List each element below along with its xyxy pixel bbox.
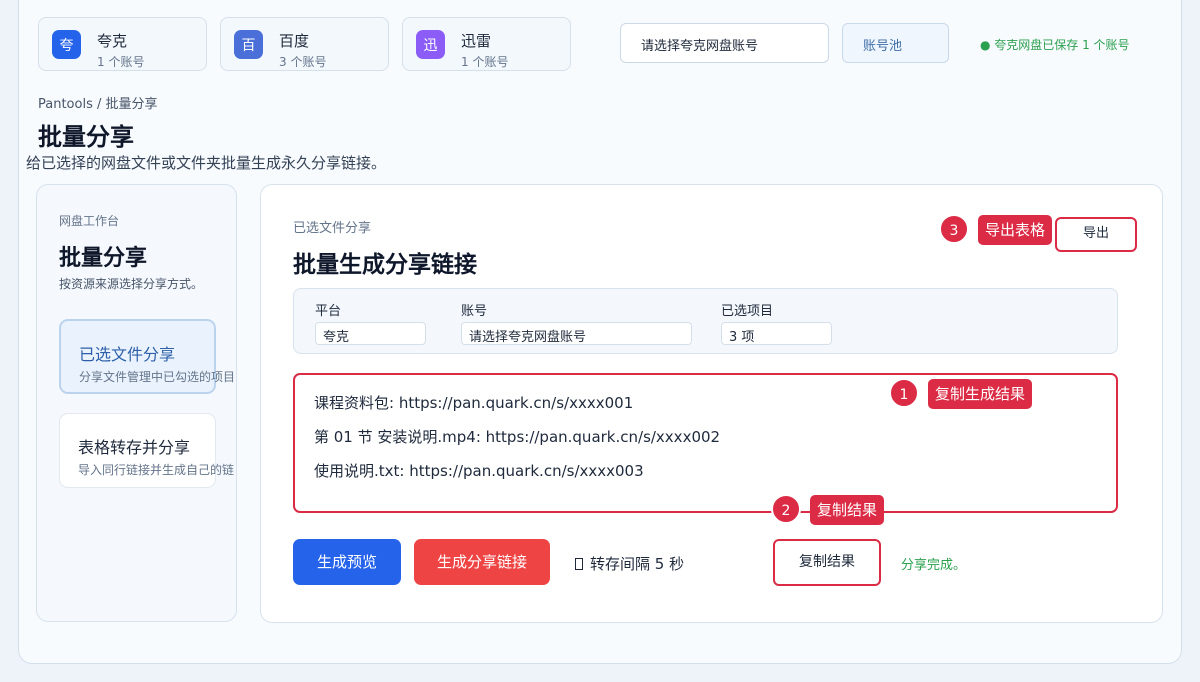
sidebar-kicker: 网盘工作台 — [59, 214, 120, 228]
copy-results-button[interactable]: 复制结果 — [773, 539, 881, 586]
sidebar-subtitle: 按资源来源选择分享方式。 — [59, 277, 204, 291]
generate-share-links-button[interactable]: 生成分享链接 — [414, 539, 550, 585]
xunlei-icon: 迅 — [416, 30, 445, 59]
mode-description: 分享文件管理中已勾选的项目 — [79, 370, 236, 384]
account-name: 夸克 — [97, 32, 128, 50]
panel-title: 批量生成分享链接 — [293, 252, 477, 278]
result-line: 课程资料包: https://pan.quark.cn/s/xxxx001 — [314, 394, 634, 412]
baidu-icon: 百 — [234, 30, 263, 59]
mode-selected-files[interactable]: 已选文件分享 分享文件管理中已勾选的项目 — [59, 319, 235, 394]
share-status: 分享完成。 — [901, 558, 967, 573]
annotation-badge-1: 1 — [889, 378, 919, 408]
account-card-quark[interactable]: 夸 夸克 1 个账号 — [38, 17, 207, 71]
platform-field: 夸克 — [315, 322, 426, 345]
sidebar: 网盘工作台 批量分享 按资源来源选择分享方式。 已选文件分享 分享文件管理中已勾… — [36, 184, 237, 622]
annotation-badge-2: 2 — [771, 494, 801, 524]
account-name: 百度 — [279, 32, 310, 50]
account-field[interactable]: 请选择夸克网盘账号 — [461, 322, 692, 345]
account-count: 1 个账号 — [461, 55, 509, 69]
mode-label: 表格转存并分享 — [78, 438, 191, 457]
breadcrumb: Pantools / 批量分享 — [38, 97, 158, 112]
page-title: 批量分享 — [38, 123, 134, 151]
mode-description: 导入同行链接并生成自己的链 — [78, 463, 235, 477]
result-line: 第 01 节 安装说明.mp4: https://pan.quark.cn/s/… — [314, 428, 721, 446]
account-count: 1 个账号 — [97, 55, 145, 69]
account-card-baidu[interactable]: 百 百度 3 个账号 — [220, 17, 389, 71]
page-description: 给已选择的网盘文件或文件夹批量生成永久分享链接。 — [26, 154, 387, 172]
selected-items-field: 3 项 — [721, 322, 832, 345]
account-name: 迅雷 — [461, 32, 492, 50]
annotation-label-1: 复制生成结果 — [928, 379, 1033, 409]
checkbox-icon[interactable] — [575, 558, 583, 570]
result-line: 使用说明.txt: https://pan.quark.cn/s/xxxx003 — [314, 462, 644, 480]
sidebar-title: 批量分享 — [59, 246, 148, 271]
mode-label: 已选文件分享 — [79, 345, 176, 364]
annotation-badge-3: 3 — [939, 214, 969, 244]
account-card-xunlei[interactable]: 迅 迅雷 1 个账号 — [402, 17, 571, 71]
account-count: 3 个账号 — [279, 55, 327, 69]
saved-status: ● 夸克网盘已保存 1 个账号 — [980, 38, 1130, 52]
mode-table-transfer[interactable]: 表格转存并分享 导入同行链接并生成自己的链 — [59, 413, 234, 488]
platform-label: 平台 — [315, 304, 342, 319]
share-info-row: 平台 夸克 账号 请选择夸克网盘账号 已选项目 3 项 — [293, 288, 1118, 354]
annotation-label-3: 导出表格 — [978, 215, 1053, 245]
account-pool-button[interactable]: 账号池 — [842, 23, 949, 63]
generate-preview-button[interactable]: 生成预览 — [293, 539, 401, 585]
annotation-label-2: 复制结果 — [810, 495, 885, 525]
account-label: 账号 — [461, 304, 488, 319]
panel-kicker: 已选文件分享 — [293, 221, 372, 236]
selected-items-label: 已选项目 — [721, 304, 774, 319]
account-select[interactable]: 请选择夸克网盘账号 — [620, 23, 829, 63]
quark-icon: 夸 — [52, 30, 81, 59]
transfer-interval[interactable]: 转存间隔 5 秒 — [575, 553, 684, 574]
export-button[interactable]: 导出 — [1055, 217, 1137, 252]
interval-text: 转存间隔 5 秒 — [590, 555, 685, 573]
